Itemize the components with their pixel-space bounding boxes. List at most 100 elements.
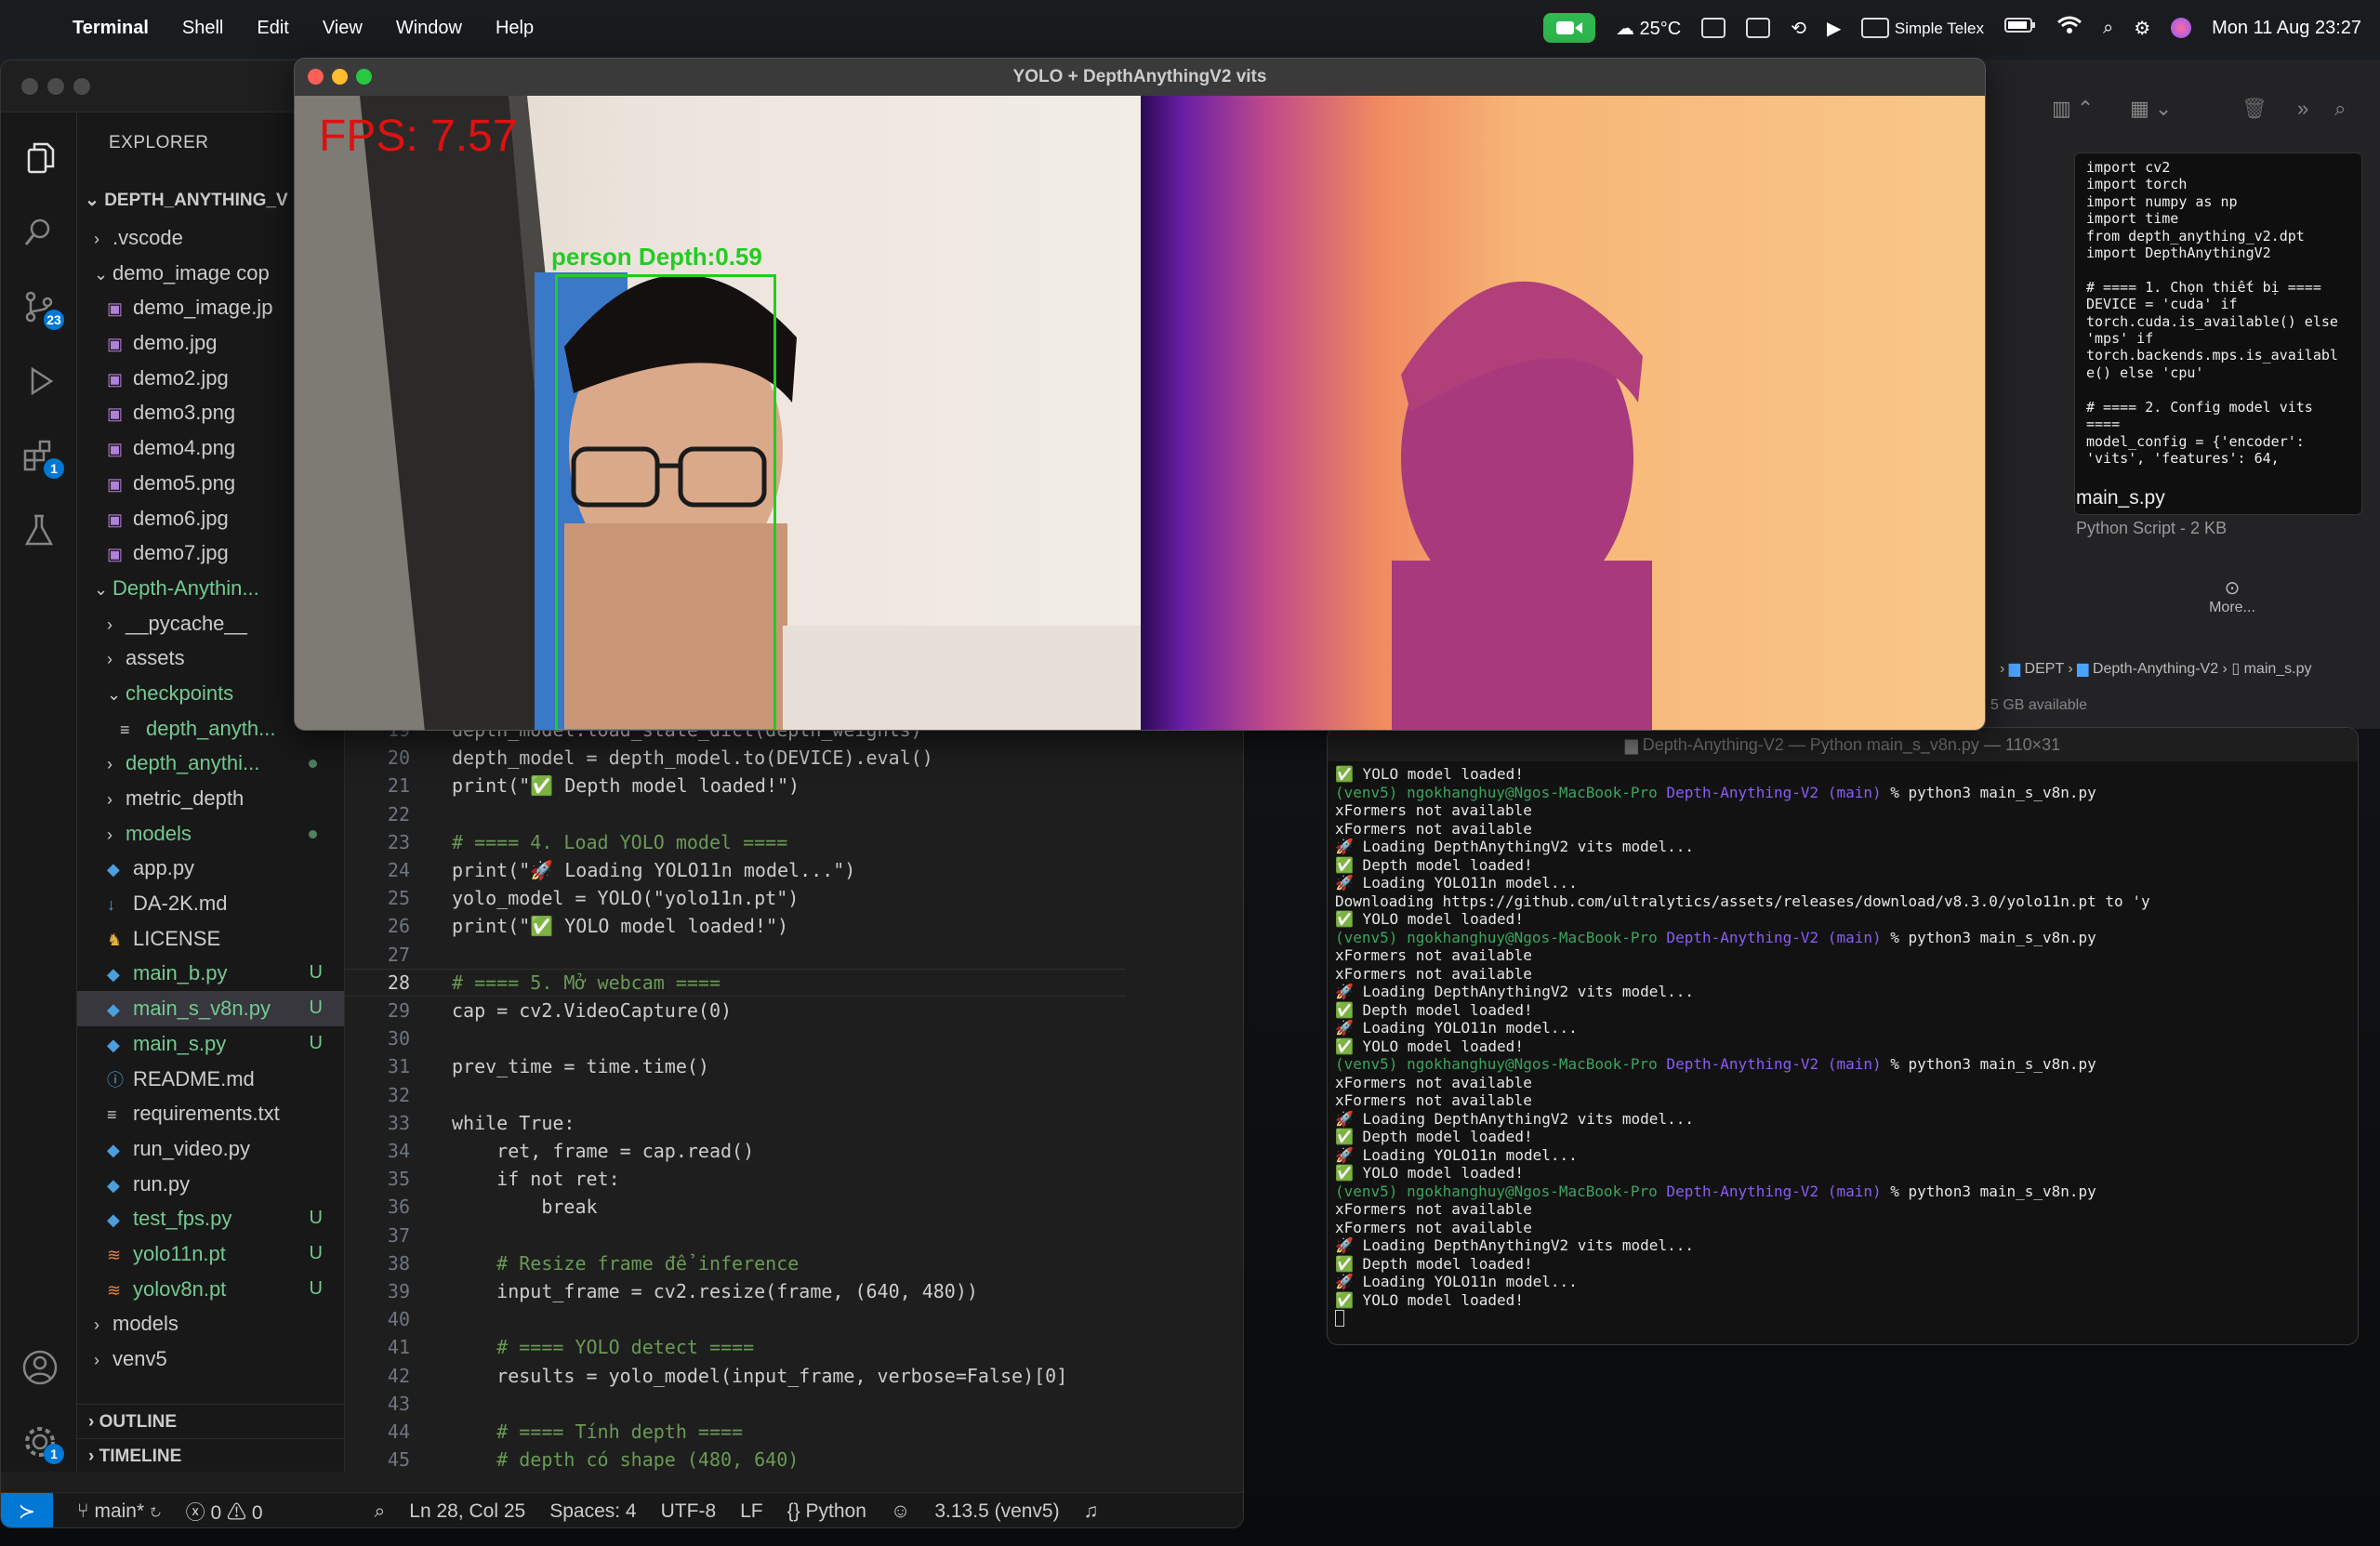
encoding[interactable]: UTF-8 — [661, 1500, 717, 1523]
file-item[interactable]: ◆ main_b.py U — [77, 956, 344, 991]
menu-shell[interactable]: Shell — [182, 18, 223, 39]
braces-icon: {} — [787, 1500, 800, 1522]
view-toggle-icon[interactable]: ▥ ⌃ — [2052, 97, 2094, 121]
file-item[interactable]: ◆ run_video.py — [77, 1131, 344, 1167]
tree-item-label: demo3.png — [133, 401, 236, 425]
code-line: # ==== 4. Load YOLO model ==== — [452, 830, 788, 853]
minimize-button[interactable] — [332, 69, 348, 85]
line-number: 35 — [387, 1168, 410, 1191]
input-source-menu[interactable]: Simple Telex — [1861, 18, 1984, 39]
notifications-bell-icon[interactable]: ♫ — [1084, 1500, 1099, 1523]
spotlight-icon[interactable]: ⌕ — [2103, 18, 2113, 39]
testing-icon[interactable] — [21, 512, 57, 548]
terminal-output-line: ✅ YOLO model loaded! — [1335, 765, 1524, 783]
tree-item-label: DA-2K.md — [133, 892, 228, 916]
menu-app-name[interactable]: Terminal — [73, 18, 149, 39]
py-file-icon: ◆ — [107, 1175, 120, 1195]
more-button[interactable]: ⊙ More... — [2195, 576, 2269, 616]
line-number: 27 — [387, 943, 410, 966]
py-file-icon: ◆ — [107, 1035, 120, 1054]
close-button[interactable] — [308, 69, 324, 85]
folder-item[interactable]: › venv5 — [77, 1341, 344, 1377]
path-segment-2[interactable]: Depth-Anything-V2 — [2093, 661, 2218, 677]
zoom-button[interactable] — [73, 78, 90, 95]
play-icon[interactable]: ▶ — [1827, 17, 1841, 40]
file-item[interactable]: ◆ main_s.py U — [77, 1026, 344, 1062]
input-source-label: Simple Telex — [1894, 19, 1984, 37]
weather-temp: 25°C — [1639, 18, 1682, 39]
line-number: 45 — [387, 1448, 410, 1472]
tree-item-label: models — [112, 1312, 178, 1336]
menu-view[interactable]: View — [323, 18, 363, 39]
manage-gear-icon[interactable]: 1 — [21, 1423, 64, 1464]
weather-widget[interactable]: ☁ 25°C — [1616, 17, 1681, 40]
file-file-icon: ≡ — [120, 720, 130, 739]
menu-window[interactable]: Window — [396, 18, 462, 39]
search-icon[interactable] — [21, 215, 57, 250]
path-segment-1[interactable]: DEPT — [2025, 661, 2064, 677]
wifi-icon[interactable] — [2056, 15, 2082, 41]
file-item[interactable]: ◆ app.py — [77, 851, 344, 886]
sidebar-icon[interactable] — [1746, 18, 1771, 38]
siri-icon[interactable] — [2171, 18, 2192, 38]
time-machine-icon[interactable]: ⟲ — [1791, 17, 1806, 40]
prompt-part: (main) — [1818, 1055, 1882, 1073]
prompt-part: % python3 main_s_v8n.py — [1881, 1182, 2096, 1200]
file-item[interactable]: ≡ requirements.txt — [77, 1096, 344, 1131]
trash-icon[interactable]: 🗑 — [2241, 97, 2268, 121]
terminal-window[interactable]: ▆ Depth-Anything-V2 — Python main_s_v8n.… — [1327, 727, 2359, 1345]
path-segment-3[interactable]: main_s.py — [2244, 661, 2312, 677]
problems-indicator[interactable]: ⓧ 0 ⚠ 0 — [186, 1498, 263, 1526]
folder-item[interactable]: › models — [77, 1306, 344, 1341]
stage-manager-icon[interactable] — [1701, 18, 1726, 38]
more-chevron-icon[interactable]: » — [2297, 97, 2308, 121]
file-item[interactable]: ◆ main_s_v8n.py U — [77, 991, 344, 1026]
folder-item[interactable]: › depth_anythi... — [77, 746, 344, 781]
language-mode[interactable]: {} Python — [787, 1500, 866, 1523]
folder-item[interactable]: › metric_depth — [77, 781, 344, 816]
folder-item[interactable]: › models — [77, 816, 344, 852]
chevron-right-icon: › — [107, 650, 112, 669]
source-control-icon[interactable]: 23 — [21, 289, 64, 330]
code-editor[interactable]: 19depth_model.load_state_dict(depth_weig… — [345, 719, 1243, 1527]
group-icon[interactable]: ▦ ⌄ — [2130, 97, 2172, 121]
outline-section[interactable]: › OUTLINE — [77, 1404, 344, 1438]
yolo-opencv-window[interactable]: YOLO + DepthAnythingV2 vits person Depth… — [294, 58, 1986, 731]
file-item[interactable]: ◆ test_fps.py U — [77, 1201, 344, 1236]
zoom-icon[interactable]: ⌕ — [375, 1500, 386, 1523]
camera-in-use-icon[interactable] — [1542, 13, 1595, 43]
search-icon[interactable]: ⌕ — [2334, 97, 2346, 121]
terminal-output-line: ✅ Depth model loaded! — [1335, 855, 1533, 874]
minimize-button[interactable] — [47, 78, 64, 95]
file-item[interactable]: ◆ run.py — [77, 1167, 344, 1202]
accounts-icon[interactable] — [21, 1349, 58, 1385]
file-item[interactable]: ⓘ README.md — [77, 1062, 344, 1097]
copilot-icon[interactable]: ☺ — [891, 1500, 910, 1523]
file-item[interactable]: ≋ yolo11n.pt U — [77, 1236, 344, 1272]
indentation[interactable]: Spaces: 4 — [549, 1500, 636, 1523]
eol[interactable]: LF — [740, 1500, 763, 1523]
battery-icon[interactable] — [2003, 17, 2036, 39]
menu-edit[interactable]: Edit — [257, 18, 288, 39]
cursor-position[interactable]: Ln 28, Col 25 — [409, 1500, 525, 1523]
menu-help[interactable]: Help — [496, 18, 534, 39]
run-debug-icon[interactable] — [21, 363, 57, 399]
remote-indicator-icon[interactable]: ≻ — [1, 1492, 53, 1527]
timeline-section[interactable]: › TIMELINE — [77, 1438, 344, 1472]
interpreter[interactable]: 3.13.5 (venv5) — [934, 1500, 1059, 1523]
zoom-button[interactable] — [356, 69, 372, 85]
explorer-icon[interactable] — [21, 140, 57, 176]
minimap[interactable] — [1126, 730, 1243, 1527]
extensions-icon[interactable]: 1 — [21, 438, 64, 479]
file-item[interactable]: ≋ yolov8n.pt U — [77, 1272, 344, 1307]
file-item[interactable]: ♞ LICENSE — [77, 921, 344, 957]
prompt-part: Depth-Anything-V2 — [1657, 783, 1819, 801]
menu-clock[interactable]: Mon 11 Aug 23:27 — [2212, 18, 2361, 39]
control-center-icon[interactable]: ⚙ — [2134, 17, 2150, 40]
branch-indicator[interactable]: ⑂ main* ↻ — [77, 1500, 162, 1523]
terminal-output-line: 🚀 Loading YOLO11n model... — [1335, 1145, 1578, 1164]
close-button[interactable] — [21, 78, 38, 95]
file-item[interactable]: ↓ DA-2K.md — [77, 886, 344, 921]
tree-item-label: depth_anythi... — [126, 751, 260, 775]
prompt-part: (main) — [1818, 1182, 1882, 1200]
